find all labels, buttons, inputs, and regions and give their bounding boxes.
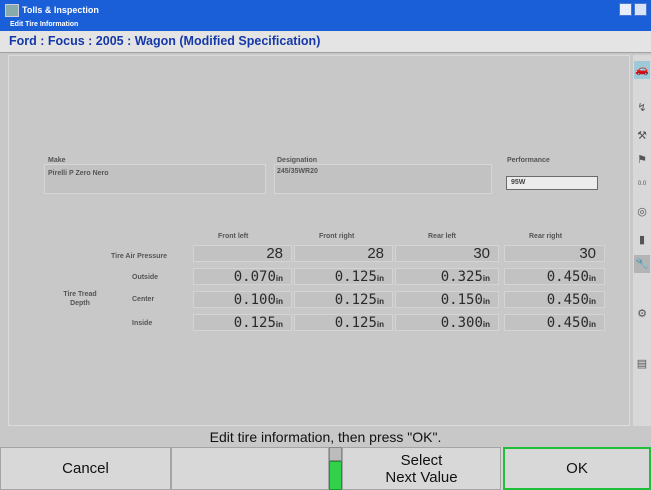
tire-info-panel	[8, 55, 630, 426]
performance-input[interactable]: 95W	[506, 176, 598, 190]
pressure-label: Tire Air Pressure	[111, 253, 168, 260]
inside-rear-left[interactable]: 0.300in	[395, 314, 499, 331]
inside-front-left[interactable]: 0.125in	[193, 314, 292, 331]
button-bar: Cancel Select Next Value OK	[0, 447, 651, 490]
make-field[interactable]	[44, 164, 266, 194]
wrench-icon[interactable]: 🔧	[634, 255, 650, 273]
designation-label: Designation	[277, 157, 318, 164]
select-next-value-button[interactable]: Select Next Value	[342, 447, 501, 490]
outside-front-right[interactable]: 0.125in	[294, 268, 393, 285]
battery-icon[interactable]: ▮	[634, 231, 650, 249]
ok-button-label: OK	[566, 460, 588, 477]
designation-value: 245/35WR20	[277, 168, 318, 175]
right-toolbar: 🚗 ↯ ⚒ ⚑ 0.0 ◎ ▮ 🔧 ⚙ ▤	[633, 55, 651, 426]
tread-depth-label: Tire Tread Depth	[63, 291, 97, 307]
cancel-button-label: Cancel	[62, 460, 109, 477]
indicator-bar	[329, 461, 342, 490]
tire-icon[interactable]: ◎	[634, 203, 650, 221]
inside-label: Inside	[132, 320, 153, 327]
instruction-prompt: Edit tire information, then press "OK".	[209, 429, 442, 445]
indicator-cap	[329, 447, 342, 461]
pressure-rear-left[interactable]: 30	[395, 245, 499, 262]
outside-rear-left[interactable]: 0.325in	[395, 268, 499, 285]
dialog-subtitle: Edit Tire Information	[10, 21, 79, 28]
level-indicator	[329, 447, 342, 490]
pressure-front-left[interactable]: 28	[193, 245, 292, 262]
readout-icon[interactable]: 0.0	[634, 175, 650, 193]
ok-button[interactable]: OK	[503, 447, 651, 490]
minimize-button[interactable]	[619, 3, 632, 16]
col-front-left: Front left	[218, 233, 249, 240]
window-title: Tolls & Inspection	[22, 5, 99, 15]
center-rear-right[interactable]: 0.450in	[504, 291, 605, 308]
close-button[interactable]	[634, 3, 647, 16]
alignment-icon[interactable]: ↯	[634, 99, 650, 117]
outside-front-left[interactable]: 0.070in	[193, 268, 292, 285]
pressure-rear-right[interactable]: 30	[504, 245, 605, 262]
vehicle-title: Ford : Focus : 2005 : Wagon (Modified Sp…	[9, 34, 321, 48]
cancel-button[interactable]: Cancel	[0, 447, 171, 490]
inside-front-right[interactable]: 0.125in	[294, 314, 393, 331]
center-front-left[interactable]: 0.100in	[193, 291, 292, 308]
inside-rear-right[interactable]: 0.450in	[504, 314, 605, 331]
outside-rear-right[interactable]: 0.450in	[504, 268, 605, 285]
center-label: Center	[132, 296, 155, 303]
pressure-front-right[interactable]: 28	[294, 245, 393, 262]
col-rear-right: Rear right	[529, 233, 563, 240]
center-front-right[interactable]: 0.125in	[294, 291, 393, 308]
col-rear-left: Rear left	[428, 233, 457, 240]
dialog-subtitle-bar: Edit Tire Information	[0, 20, 651, 31]
performance-label: Performance	[507, 157, 550, 164]
make-label: Make	[48, 157, 66, 164]
vehicle-icon[interactable]: 🚗	[634, 61, 650, 79]
center-rear-left[interactable]: 0.150in	[395, 291, 499, 308]
empty-softkey[interactable]	[171, 447, 329, 490]
printer-icon[interactable]: ▤	[634, 355, 650, 373]
select-button-line1: Select	[400, 451, 443, 469]
make-value: Pirelli P Zero Nero	[48, 170, 109, 177]
app-icon	[5, 4, 19, 17]
flag-icon[interactable]: ⚑	[634, 151, 650, 169]
vehicle-header: Ford : Focus : 2005 : Wagon (Modified Sp…	[0, 31, 651, 53]
gauge-icon[interactable]: ⚙	[634, 305, 650, 323]
col-front-right: Front right	[319, 233, 355, 240]
tools-icon[interactable]: ⚒	[634, 127, 650, 145]
window-titlebar: Tolls & Inspection	[0, 0, 651, 20]
select-button-line2: Next Value	[385, 468, 458, 486]
outside-label: Outside	[132, 274, 159, 281]
